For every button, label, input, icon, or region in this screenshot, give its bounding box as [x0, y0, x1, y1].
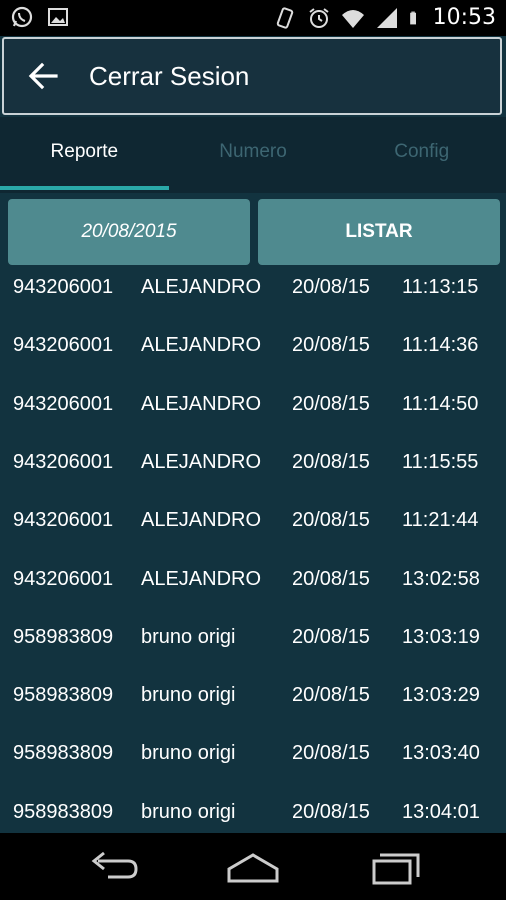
record-row[interactable]: 958983809 bruno origi 20/08/15 13:04:01: [0, 791, 506, 832]
record-number: 958983809: [13, 800, 114, 823]
record-number: 958983809: [13, 684, 114, 707]
record-row[interactable]: 943206001 ALEJANDRO 20/08/15 11:13:15: [0, 266, 506, 324]
record-date: 20/08/15: [292, 625, 370, 648]
status-time: 10:53: [432, 5, 496, 30]
record-date: 20/08/15: [292, 276, 370, 298]
record-number: 943206001: [13, 276, 114, 298]
record-time: 13:02:58: [402, 567, 480, 590]
record-row[interactable]: 943206001 ALEJANDRO 20/08/15 13:02:58: [0, 558, 506, 616]
record-number: 943206001: [13, 392, 114, 415]
record-number: 943206001: [13, 450, 114, 473]
record-time: 13:03:29: [402, 684, 480, 707]
whatsapp-icon: [11, 6, 33, 28]
tab-indicator: [0, 186, 169, 190]
record-number: 943206001: [13, 567, 114, 590]
record-name: ALEJANDRO: [141, 567, 262, 590]
arrow-left-icon[interactable]: [26, 61, 60, 91]
record-name: bruno origi: [141, 625, 236, 648]
record-time: 13:03:19: [402, 625, 480, 648]
signal-icon: [376, 8, 397, 28]
record-row[interactable]: 943206001 ALEJANDRO 20/08/15 11:14:50: [0, 383, 506, 441]
tab-bar: Reporte Numero Config: [0, 117, 506, 193]
app-bar: Cerrar Sesion: [2, 37, 502, 115]
record-number: 943206001: [13, 334, 114, 357]
record-date: 20/08/15: [292, 684, 370, 707]
back-nav-icon[interactable]: [84, 847, 144, 887]
record-row[interactable]: 958983809 bruno origi 20/08/15 13:03:29: [0, 674, 506, 732]
nav-bar: [0, 833, 506, 900]
record-name: bruno origi: [141, 800, 236, 823]
tab-numero[interactable]: Numero: [169, 117, 338, 193]
record-date: 20/08/15: [292, 392, 370, 415]
record-date: 20/08/15: [292, 742, 370, 765]
record-name: ALEJANDRO: [141, 509, 262, 532]
record-row[interactable]: 958983809 bruno origi 20/08/15 13:03:40: [0, 732, 506, 790]
record-name: ALEJANDRO: [141, 450, 262, 473]
home-nav-icon[interactable]: [223, 847, 283, 887]
record-date: 20/08/15: [292, 567, 370, 590]
record-row[interactable]: 943206001 ALEJANDRO 20/08/15 11:15:55: [0, 441, 506, 499]
record-name: bruno origi: [141, 742, 236, 765]
tab-config[interactable]: Config: [337, 117, 506, 193]
record-time: 11:14:50: [402, 392, 479, 415]
record-date: 20/08/15: [292, 800, 370, 823]
record-name: bruno origi: [141, 684, 236, 707]
record-time: 11:14:36: [402, 334, 479, 357]
record-row[interactable]: 943206001 ALEJANDRO 20/08/15 11:14:36: [0, 324, 506, 382]
record-row[interactable]: 943206001 ALEJANDRO 20/08/15 11:21:44: [0, 499, 506, 557]
battery-icon: [409, 11, 416, 25]
record-number: 958983809: [13, 625, 114, 648]
wifi-icon: [341, 10, 364, 28]
record-number: 958983809: [13, 742, 114, 765]
vibrate-icon: [276, 7, 293, 29]
tab-reporte[interactable]: Reporte: [0, 117, 169, 193]
record-time: 11:15:55: [402, 450, 479, 473]
list-button[interactable]: LISTAR: [258, 199, 500, 265]
record-number: 943206001: [13, 509, 114, 532]
image-icon: [48, 8, 68, 26]
record-name: ALEJANDRO: [141, 276, 262, 298]
alarm-icon: [308, 8, 329, 28]
record-time: 11:13:15: [402, 276, 479, 298]
record-date: 20/08/15: [292, 334, 370, 357]
record-name: ALEJANDRO: [141, 392, 262, 415]
record-row[interactable]: 958983809 bruno origi 20/08/15 13:03:19: [0, 616, 506, 674]
record-time: 11:21:44: [402, 509, 479, 532]
page-title: Cerrar Sesion: [89, 61, 250, 91]
record-date: 20/08/15: [292, 450, 370, 473]
status-bar: 10:53: [0, 0, 506, 36]
record-time: 13:03:40: [402, 742, 480, 765]
record-date: 20/08/15: [292, 509, 370, 532]
record-time: 13:04:01: [402, 800, 480, 823]
records-list: 943206001 ALEJANDRO 20/08/15 11:13:15 943206…: [0, 266, 506, 832]
recents-nav-icon[interactable]: [366, 847, 426, 887]
date-picker-button[interactable]: 20/08/2015: [8, 199, 250, 265]
record-name: ALEJANDRO: [141, 334, 262, 357]
